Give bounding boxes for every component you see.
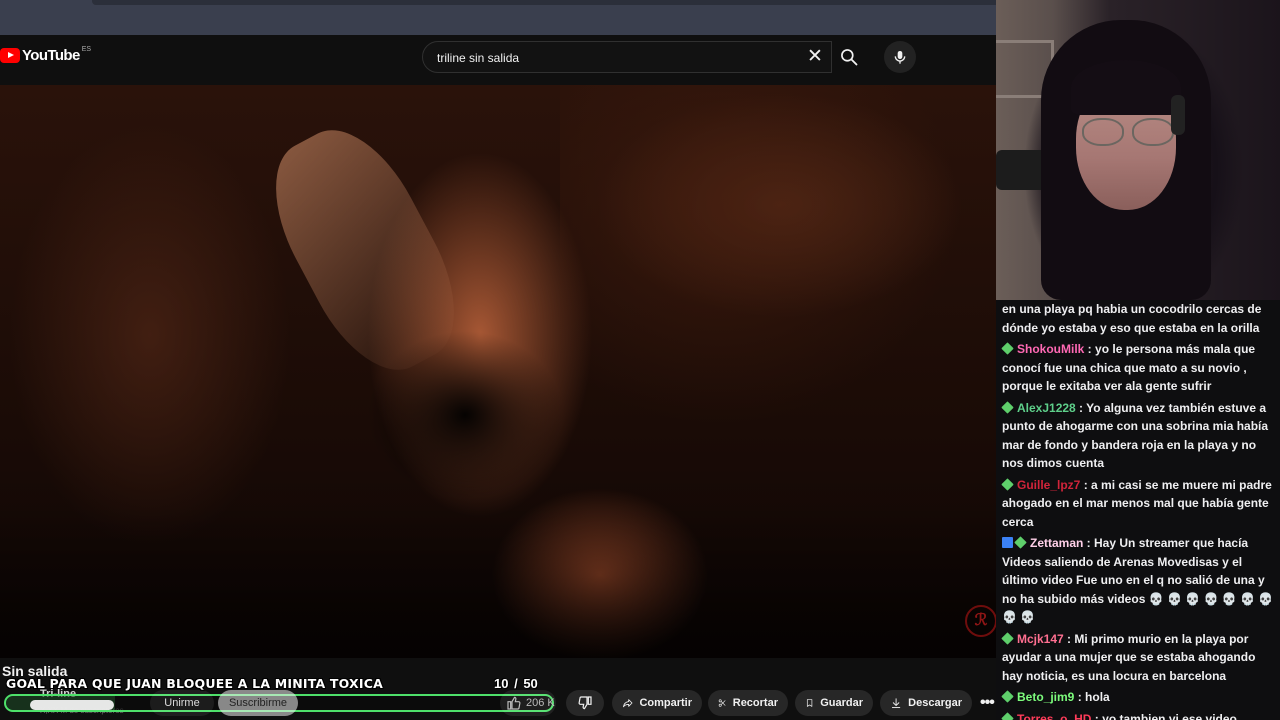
more-actions-button[interactable]: ••• [980,694,995,712]
share-button[interactable]: Compartir [612,690,702,716]
scissors-icon [718,699,726,707]
video-bottom-shade [0,505,996,658]
clip-button[interactable]: Recortar [708,690,788,716]
goal-count: 10 / 50 [494,676,538,691]
chat-badge-icon [1014,536,1027,549]
chat-badge-icon [1001,690,1014,703]
goal-target: / 50 [514,676,538,691]
chat-separator: : [1084,342,1096,356]
chat-username[interactable]: ShokouMilk [1017,342,1084,356]
chat-badge-icon [1001,342,1014,355]
chat-message: AlexJ1228 : Yo alguna vez también estuve… [996,399,1280,473]
close-icon: ✕ [807,46,823,67]
thumbs-up-icon [507,696,521,710]
like-button[interactable]: 206 K [500,690,556,716]
chat-username[interactable]: Mcjk147 [1017,632,1064,646]
goal-label: GOAL PARA QUE JUAN BLOQUEE A LA MINITA T… [6,676,383,691]
search-input[interactable] [435,46,799,70]
channel-watermark-icon[interactable]: ℛ [965,605,997,637]
chat-badge-icon [1001,711,1014,720]
microphone-icon [894,51,906,64]
webcam-feed [996,0,1280,300]
chat-separator: : [1063,631,1075,646]
like-count: 206 K [526,697,555,709]
region-code: ES [81,46,92,53]
chat-message: Guille_lpz7 : a mi casi se me muere mi p… [996,476,1280,532]
chat-message-text: en una playa pq habia un cocodrilo cerca… [1002,302,1262,335]
join-button[interactable]: Unirme [150,690,214,716]
download-icon [892,698,901,709]
save-button[interactable]: Guardar [795,690,873,716]
chat-badge-icon [1002,537,1013,548]
chat-separator: : [1074,690,1086,704]
goal-overlay-mask [30,700,114,710]
youtube-logo-text: YouTube [22,47,80,64]
youtube-play-icon [0,48,20,63]
subscribe-button[interactable]: Suscribirme [218,690,298,716]
chat-message: Beto_jim9 : hola [996,688,1280,707]
thumbs-down-icon [578,696,592,710]
youtube-header: YouTube ES ✕ [0,35,996,85]
video-frame-highlight [248,109,482,391]
save-label: Guardar [820,697,863,709]
share-label: Compartir [639,697,692,709]
chat-separator: : [1080,477,1092,492]
chat-separator: : [1083,536,1095,550]
webcam-streamer-bangs [1071,60,1181,115]
chat-username[interactable]: Zettaman [1030,536,1083,550]
bookmark-icon [806,699,813,707]
download-button[interactable]: Descargar [880,690,972,716]
webcam-headset [1171,95,1185,135]
browser-tab-strip [0,0,996,35]
chat-badge-icon [1001,400,1014,414]
search-button[interactable] [831,41,867,73]
voice-search-button[interactable] [884,41,916,73]
chat-username[interactable]: Torres_o_HD [1017,712,1091,720]
browser-tab-edge [92,0,996,5]
goal-current: 10 [494,676,509,691]
chat-message: Zettaman : Hay Un streamer que hacía Vid… [996,534,1280,627]
chat-badge-icon [1001,477,1014,491]
download-label: Descargar [908,697,962,709]
chat-message: Mcjk147 : Mi primo murio en la playa por… [996,630,1280,686]
video-player[interactable] [0,85,996,658]
chat-panel: en una playa pq habia un cocodrilo cerca… [996,300,1280,720]
search-icon [841,49,858,66]
chat-message-text: yo tambien vi ese video [1102,711,1237,720]
clear-search-button[interactable]: ✕ [805,47,825,67]
chat-message: en una playa pq habia un cocodrilo cerca… [996,300,1280,337]
webcam-streamer-glasses [1082,118,1174,146]
chat-message: Torres_o_HD : yo tambien vi ese video [996,710,1280,720]
chat-separator: : [1075,400,1087,415]
chat-message-list: en una playa pq habia un cocodrilo cerca… [996,300,1280,720]
chat-badge-icon [1001,631,1014,645]
share-icon [623,699,633,708]
dislike-button[interactable] [566,690,604,716]
chat-username[interactable]: Guille_lpz7 [1017,478,1080,492]
video-frame-shadow [560,85,960,425]
chat-separator: : [1091,711,1103,720]
chat-username[interactable]: AlexJ1228 [1017,401,1076,415]
clip-label: Recortar [732,697,778,709]
chat-message-text: hola [1085,690,1110,704]
search-box: ✕ [422,41,832,73]
youtube-logo[interactable]: YouTube ES [0,46,92,64]
chat-username[interactable]: Beto_jim9 [1017,690,1074,704]
chat-message: ShokouMilk : yo le persona más mala que … [996,340,1280,396]
